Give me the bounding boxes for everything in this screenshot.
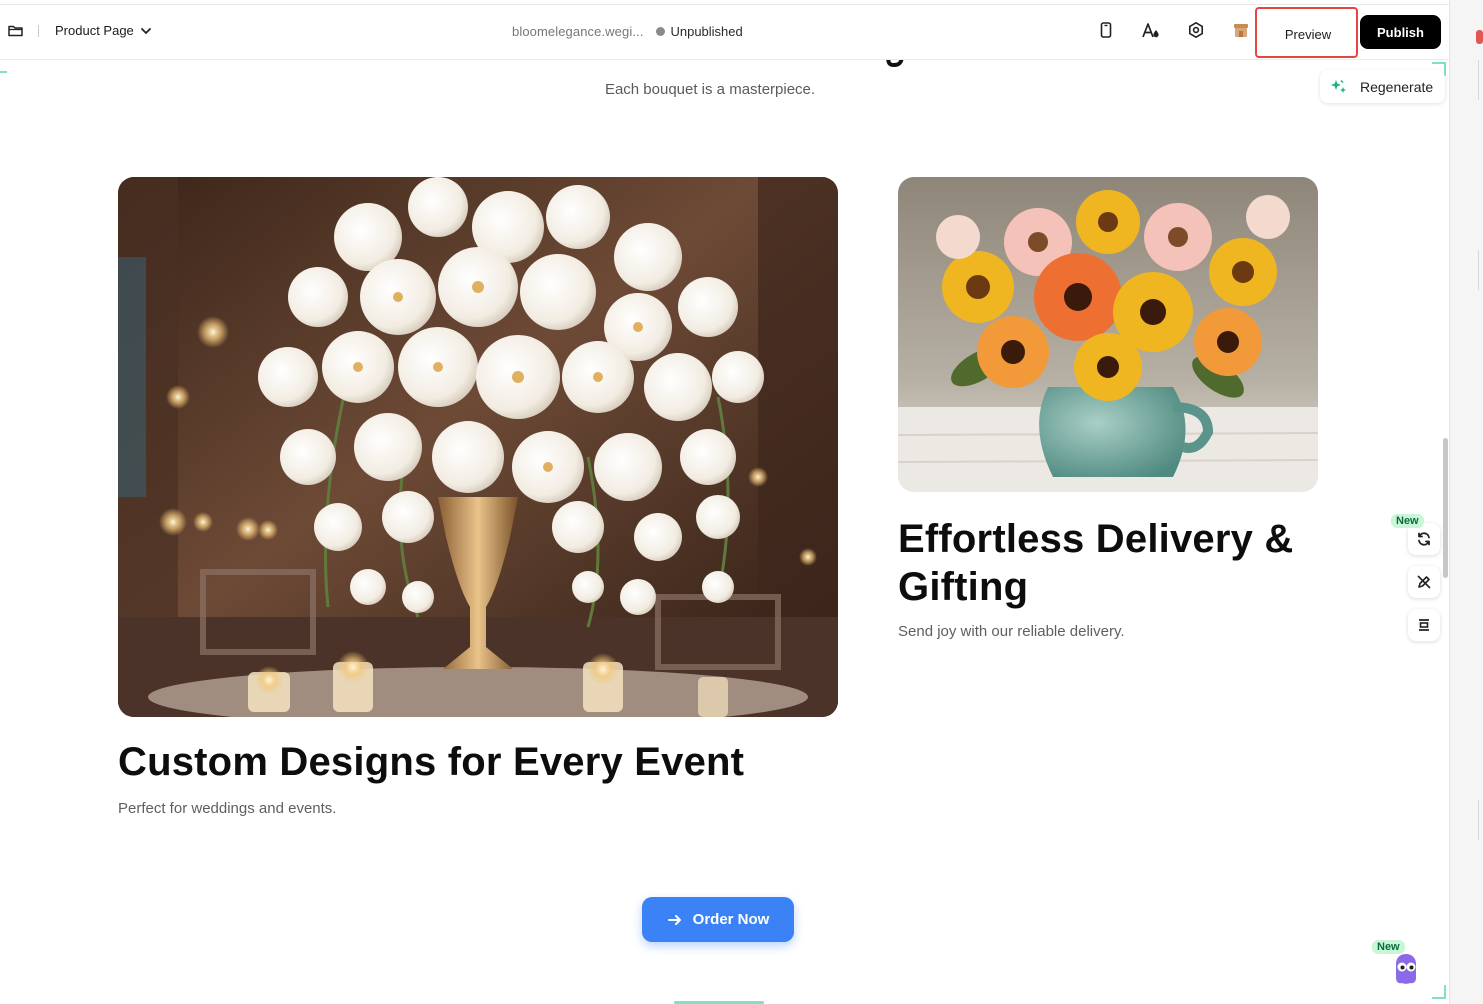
orchid-centerpiece-image[interactable]: [118, 177, 838, 717]
scrollbar-thumb[interactable]: [1443, 438, 1448, 578]
side-toolbar: [1408, 515, 1440, 641]
new-badge: New: [1391, 514, 1424, 528]
editor-canvas: Product Page bloomelegance.wegi... Unpub…: [0, 0, 1450, 1004]
arrow-right-icon: [667, 914, 681, 925]
sparkle-icon: [1331, 79, 1346, 93]
toolbar-divider: [38, 24, 39, 37]
font-style-icon[interactable]: [1140, 19, 1162, 41]
right-panel-divider: [1478, 800, 1479, 840]
card-title-delivery: Effortless Delivery & Gifting: [898, 517, 1294, 609]
settings-icon[interactable]: [1185, 19, 1207, 41]
regenerate-button[interactable]: Regenerate: [1320, 70, 1446, 103]
card-subtitle-custom-designs: Perfect for weddings and events.: [118, 800, 337, 817]
chevron-down-icon: [140, 27, 151, 34]
right-panel-marker: [1476, 30, 1483, 44]
right-panel-divider: [1478, 250, 1479, 290]
section-subtitle: Each bouquet is a masterpiece.: [604, 81, 816, 98]
right-panel-divider: [1478, 60, 1479, 100]
publish-button[interactable]: Publish: [1360, 15, 1441, 49]
card-title-custom-designs: Custom Designs for Every Event: [118, 740, 745, 784]
right-panel-edge: [1451, 0, 1483, 1004]
editor-toolbar: Product Page bloomelegance.wegi... Unpub…: [0, 4, 1449, 60]
status-dot: [656, 27, 666, 36]
mobile-device-icon[interactable]: [1095, 19, 1117, 41]
store-icon[interactable]: [1230, 19, 1252, 41]
folder-icon[interactable]: [7, 22, 24, 39]
preview-button[interactable]: Preview: [1263, 17, 1353, 51]
regenerate-label: Regenerate: [1360, 78, 1434, 95]
new-badge: New: [1372, 940, 1405, 954]
corner-bracket-top-left: [0, 59, 7, 73]
corner-bracket-bottom-right: [1432, 985, 1446, 999]
publish-status: Unpublished: [670, 24, 743, 39]
page-selector-dropdown[interactable]: Product Page: [55, 23, 152, 38]
order-now-button[interactable]: Order Now: [642, 897, 794, 942]
order-now-label: Order Now: [692, 911, 770, 928]
site-domain[interactable]: bloomelegance.wegi...: [512, 24, 643, 39]
gerbera-bouquet-image[interactable]: [898, 177, 1318, 492]
page-selector-label: Product Page: [55, 23, 134, 38]
edit-off-icon[interactable]: [1408, 566, 1440, 598]
card-subtitle-delivery: Send joy with our reliable delivery.: [898, 623, 1125, 640]
assistant-bot-icon[interactable]: [1390, 952, 1422, 986]
align-center-icon[interactable]: [1408, 609, 1440, 641]
